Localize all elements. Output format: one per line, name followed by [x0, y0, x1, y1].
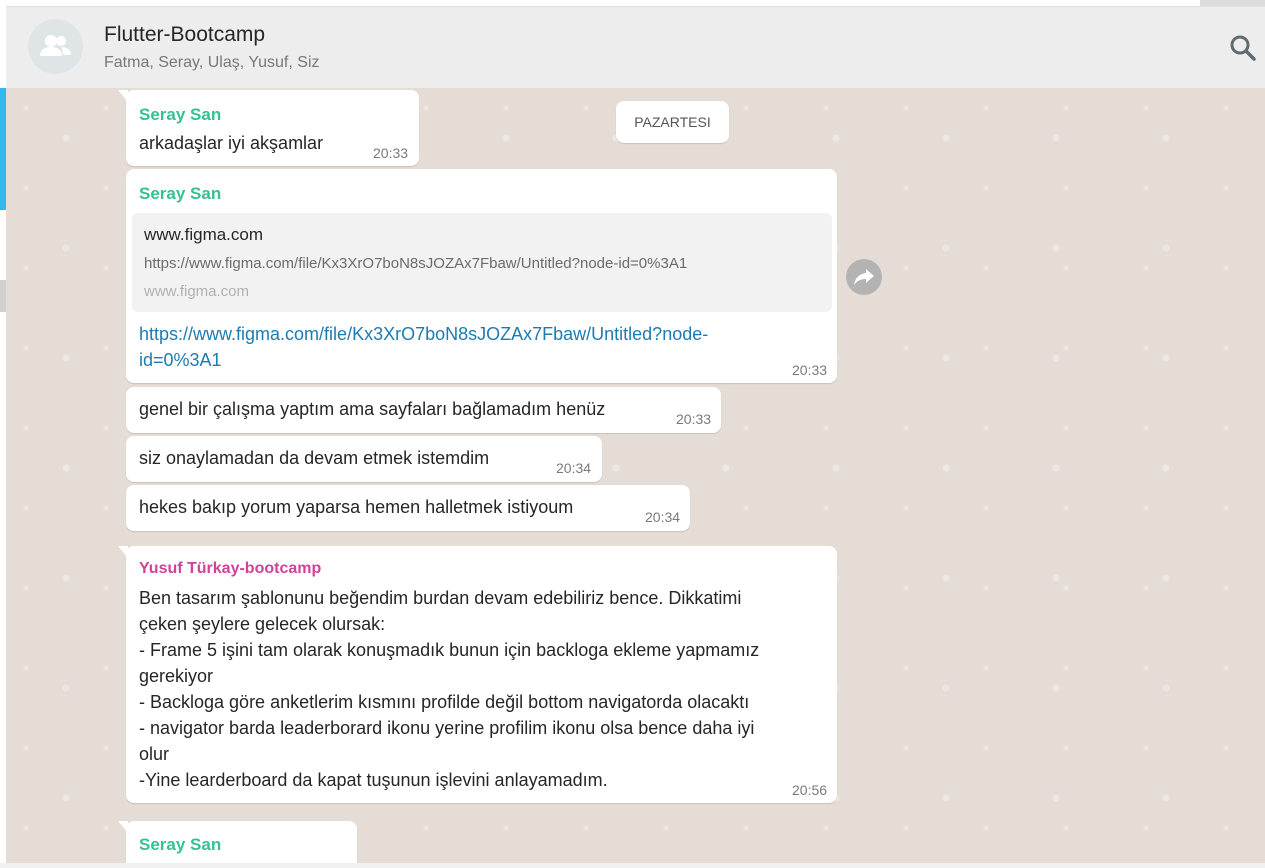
message-sender[interactable]: Seray San [139, 835, 221, 855]
search-icon [1230, 35, 1256, 61]
forward-button[interactable] [846, 259, 882, 295]
chat-header: Flutter-Bootcamp Fatma, Seray, Ulaş, Yus… [6, 6, 1265, 88]
message-sender[interactable]: Seray San [139, 184, 221, 204]
link-preview-title: www.figma.com [144, 225, 264, 244]
message-line: çeken şeylere gelecek olursak: [139, 614, 386, 634]
message-text: Ben tasarım şablonunu beğendim burdan de… [139, 585, 829, 793]
search-button[interactable] [1228, 33, 1258, 63]
message-bubble[interactable]: genel bir çalışma yaptım ama sayfaları b… [126, 387, 721, 433]
message-bubble[interactable]: siz onaylamadan da devam etmek istemdim … [126, 436, 602, 482]
message-link[interactable]: https://www.figma.com/file/Kx3XrO7boN8sJ… [139, 321, 819, 373]
message-link-line1[interactable]: https://www.figma.com/file/Kx3XrO7boN8sJ… [139, 324, 708, 344]
message-line: Ben tasarım şablonunu beğendim burdan de… [139, 588, 742, 608]
message-time: 20:33 [792, 362, 828, 378]
group-members: Fatma, Seray, Ulaş, Yusuf, Siz [104, 54, 320, 71]
message-bubble[interactable]: Seray San arkadaşlar iyi akşamlar 20:33 [118, 90, 419, 166]
group-title[interactable]: Flutter-Bootcamp [104, 23, 265, 47]
message-text: hekes bakıp yorum yaparsa hemen halletme… [139, 497, 574, 517]
date-separator: PAZARTESI [616, 101, 729, 143]
link-preview-description: https://www.figma.com/file/Kx3XrO7boN8sJ… [144, 255, 688, 272]
message-line: - Frame 5 işini tam olarak konuşmadık bu… [139, 640, 760, 660]
forward-icon [854, 269, 874, 285]
message-time: 20:56 [792, 782, 828, 798]
link-preview-domain: www.figma.com [144, 283, 250, 300]
message-line: gerekiyor [139, 666, 214, 686]
message-text: arkadaşlar iyi akşamlar [139, 133, 324, 153]
message-time: 20:34 [556, 460, 592, 476]
message-bubble[interactable]: hekes bakıp yorum yaparsa hemen halletme… [126, 485, 690, 531]
message-sender[interactable]: Yusuf Türkay-bootcamp [139, 560, 321, 578]
message-line: -Yine learderboard da kapat tuşunun işle… [139, 770, 608, 790]
message-text: genel bir çalışma yaptım ama sayfaları b… [139, 399, 606, 419]
message-bubble[interactable]: Yusuf Türkay-bootcamp Ben tasarım şablon… [118, 546, 837, 803]
link-preview[interactable]: www.figma.com https://www.figma.com/file… [132, 213, 832, 312]
message-time: 20:33 [373, 145, 409, 161]
message-bubble[interactable]: Seray San www.figma.com https://www.figm… [126, 169, 837, 383]
message-line: - navigator barda leaderborard ikonu yer… [139, 718, 755, 738]
message-line: olur [139, 744, 170, 764]
group-avatar[interactable] [28, 19, 83, 74]
bottom-edge [0, 863, 1265, 868]
message-text: siz onaylamadan da devam etmek istemdim [139, 448, 490, 468]
message-time: 20:33 [676, 411, 712, 427]
message-time: 20:34 [645, 509, 681, 525]
message-link-line2[interactable]: id=0%3A1 [139, 350, 222, 370]
group-icon [40, 35, 71, 56]
message-list[interactable]: PAZARTESI Seray San arkadaşlar iyi akşam… [6, 88, 1265, 863]
message-sender[interactable]: Seray San [139, 105, 221, 125]
message-bubble[interactable]: Seray San [118, 821, 357, 863]
message-line: - Backloga göre anketlerim kısmını profi… [139, 692, 750, 712]
